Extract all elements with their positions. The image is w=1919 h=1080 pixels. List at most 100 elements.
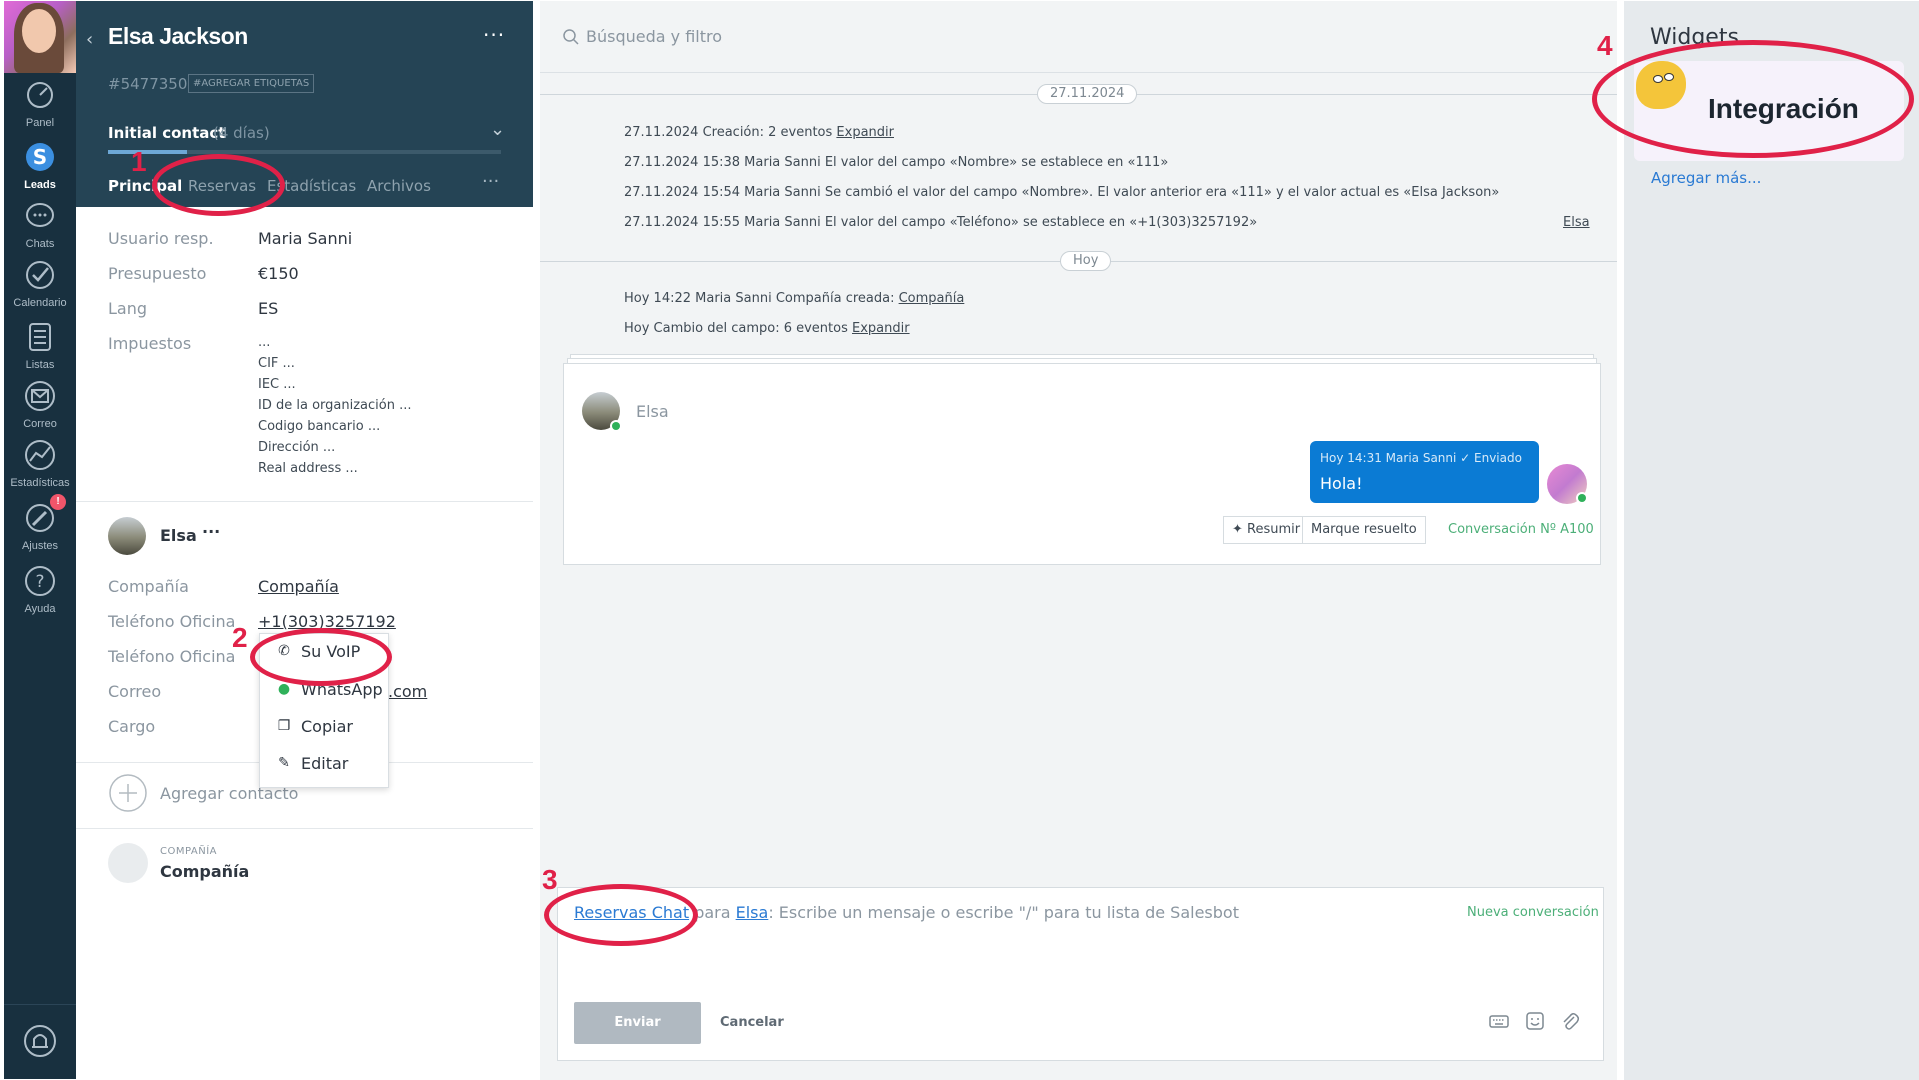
tax-subfield[interactable]: Dirección ... (258, 440, 335, 455)
integration-widget[interactable]: Integración (1634, 61, 1904, 161)
nav-item-ajustes[interactable]: ! Ajustes (4, 494, 76, 552)
conversation-link[interactable]: Conversación Nº A100 (1448, 522, 1594, 537)
search-filter-bar[interactable]: Búsqueda y filtro (540, 1, 1617, 73)
cancel-button[interactable]: Cancelar (720, 1015, 784, 1030)
search-icon (563, 29, 579, 45)
whatsapp-icon (1576, 492, 1588, 504)
menu-item-voip[interactable]: ✆ Su VoIP (260, 634, 390, 670)
add-tags-button[interactable]: #AGREGAR ETIQUETAS (188, 74, 315, 93)
nav-label: Listas (25, 359, 55, 371)
field-label: Teléfono Oficina (108, 612, 236, 631)
notifications-button[interactable] (4, 1004, 76, 1079)
date-pill: 27.11.2024 (1037, 84, 1138, 104)
more-options-icon[interactable]: ··· (483, 23, 505, 47)
company-avatar-icon (108, 843, 148, 883)
nav-item-panel[interactable]: Panel (4, 77, 76, 129)
attachment-paperclip-icon[interactable] (1559, 1010, 1581, 1032)
menu-item-whatsapp[interactable]: ● WhatsApp (260, 672, 390, 708)
event-text: Hoy 14:22 Maria Sanni Compañía creada: (624, 291, 899, 306)
channel-selector[interactable]: Reservas Chat (574, 903, 689, 922)
tax-subfield[interactable]: ID de la organización ... (258, 398, 411, 413)
company-link[interactable]: Compañía (899, 291, 965, 306)
nav-item-estadisticas[interactable]: Estadísticas (4, 437, 76, 489)
field-email[interactable]: .com (388, 682, 427, 701)
tab-principal[interactable]: Principal (108, 177, 182, 195)
chat-contact-name: Elsa (636, 402, 669, 421)
field-label: Cargo (108, 717, 156, 736)
tax-subfield[interactable]: Codigo bancario ... (258, 419, 380, 434)
menu-item-copy[interactable]: ❐ Copiar (260, 709, 390, 745)
tax-subfield[interactable]: Real address ... (258, 461, 358, 476)
add-contact-plus-icon[interactable] (108, 773, 148, 813)
field-company[interactable]: Compañía (258, 577, 339, 596)
tab-estadisticas[interactable]: Estadísticas (267, 177, 356, 195)
divider (76, 828, 533, 829)
recipient-selector[interactable]: Elsa (736, 903, 769, 922)
field-lang[interactable]: ES (258, 299, 278, 318)
widgets-panel: Widgets Integración Agregar más... (1624, 1, 1919, 1080)
annotation-number: 1 (131, 146, 147, 177)
nav-item-correo[interactable]: Correo (4, 378, 76, 430)
field-phone[interactable]: +1(303)3257192 (258, 612, 396, 631)
contact-more-icon[interactable]: ··· (202, 522, 220, 541)
field-label: Lang (108, 299, 148, 318)
menu-item-edit[interactable]: ✎ Editar (260, 746, 390, 782)
tab-archivos[interactable]: Archivos (367, 177, 431, 195)
expand-link[interactable]: Expandir (852, 321, 910, 336)
field-responsible-user[interactable]: Maria Sanni (258, 229, 352, 248)
tabs-more-icon[interactable]: ··· (482, 171, 499, 192)
keyboard-icon[interactable] (1488, 1010, 1510, 1032)
add-more-widgets-link[interactable]: Agregar más... (1651, 169, 1761, 187)
field-taxes[interactable]: ... (258, 335, 270, 350)
nav-item-leads[interactable]: S Leads (4, 139, 76, 191)
field-budget[interactable]: €150 (258, 264, 299, 283)
divider (76, 501, 533, 502)
expand-link[interactable]: Expandir (836, 125, 894, 140)
lead-name[interactable]: Elsa Jackson (108, 23, 248, 50)
summarize-button[interactable]: ✦ Resumir (1223, 516, 1310, 544)
tax-subfield[interactable]: CIF ... (258, 356, 295, 371)
mark-resolved-button[interactable]: Marque resuelto (1302, 516, 1426, 544)
tab-reservas[interactable]: Reservas (188, 177, 256, 195)
new-conversation-link[interactable]: Nueva conversación (1467, 905, 1599, 920)
back-chevron-icon[interactable]: ‹ (86, 29, 93, 50)
message-composer[interactable]: Reservas Chat para Elsa: Escribe un mens… (557, 887, 1604, 1061)
main-navigation: Panel S Leads Chats Calendario Listas Co… (4, 1, 76, 1079)
event-author-link[interactable]: Elsa (1563, 215, 1590, 230)
phone-context-menu: ✆ Su VoIP ● WhatsApp ❐ Copiar ✎ Editar (259, 633, 389, 788)
nav-label: Leads (24, 179, 56, 191)
sticker-icon[interactable] (1524, 1010, 1546, 1032)
leads-dollar-icon: S (26, 143, 54, 171)
feed-event: Hoy 14:22 Maria Sanni Compañía creada: C… (624, 291, 964, 306)
company-caption: COMPAÑÍA (160, 846, 217, 857)
annotation-number: 3 (542, 864, 558, 895)
nav-item-chats[interactable]: Chats (4, 198, 76, 250)
para-label: para (694, 903, 731, 922)
chat-thread: Elsa Hoy 14:31 Maria Sanni ✓ Enviado Hol… (563, 363, 1601, 565)
feed-event: Hoy Cambio del campo: 6 eventos Expandir (624, 321, 910, 336)
chevron-down-icon[interactable]: ⌄ (490, 119, 505, 140)
tax-subfield[interactable]: IEC ... (258, 377, 296, 392)
nav-item-calendario[interactable]: Calendario (4, 257, 76, 309)
send-button[interactable]: Enviar (574, 1002, 701, 1044)
contact-name[interactable]: Elsa (160, 526, 197, 545)
menu-item-label: WhatsApp (301, 680, 383, 699)
nav-item-listas[interactable]: Listas (4, 319, 76, 371)
composer-header: Reservas Chat para Elsa: Escribe un mens… (574, 903, 1239, 922)
whatsapp-icon: ● (277, 681, 291, 697)
stats-icon (25, 440, 55, 470)
user-avatar[interactable] (4, 1, 76, 73)
app-window: Panel S Leads Chats Calendario Listas Co… (0, 0, 1919, 1080)
feed-event: 27.11.2024 Creación: 2 eventos Expandir (624, 125, 894, 140)
svg-text:S: S (33, 145, 47, 169)
nav-item-ayuda[interactable]: ? Ayuda (4, 563, 76, 615)
chat-bubble-icon (26, 203, 54, 227)
field-label: Compañía (108, 577, 189, 596)
company-name[interactable]: Compañía (160, 862, 249, 881)
pipeline-stage[interactable]: Initial contact (108, 124, 225, 142)
nav-label: Correo (23, 418, 57, 430)
event-text: 27.11.2024 Creación: 2 eventos (624, 125, 837, 140)
menu-item-label: Copiar (301, 717, 353, 736)
message-placeholder[interactable]: : Escribe un mensaje o escribe "/" para … (768, 903, 1239, 922)
notification-bell-icon (24, 1025, 56, 1057)
